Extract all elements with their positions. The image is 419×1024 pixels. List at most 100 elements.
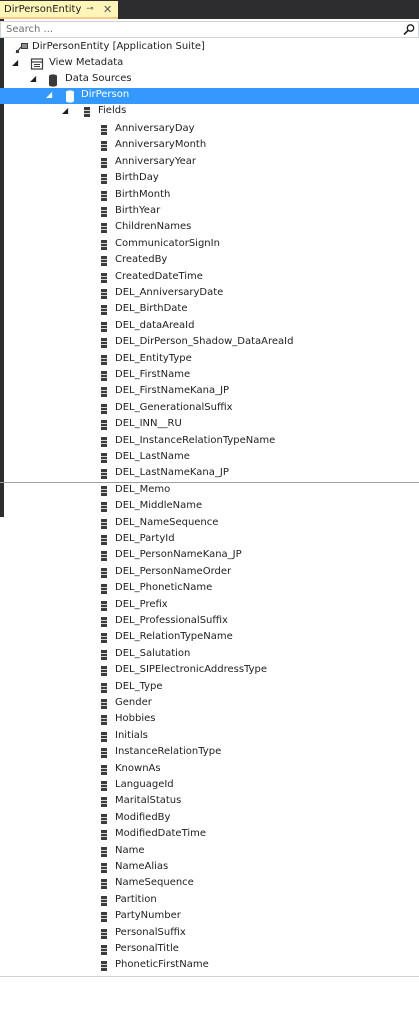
field-icon [101,846,107,857]
tree-node-field[interactable]: BirthDay [0,171,419,187]
tree-node-field[interactable]: DEL_NameSequence [0,516,419,532]
field-label: NameSequence [115,877,194,889]
tree-node-field[interactable]: DEL_PersonNameOrder [0,565,419,581]
field-icon [101,125,107,135]
tree-node-field[interactable]: DEL_LastNameKana_JP [0,466,419,482]
tree-node-field[interactable]: LanguageId [0,778,419,794]
field-icon [101,321,107,332]
field-label: DEL_LastNameKana_JP [115,467,229,479]
tree-node-data-sources[interactable]: ◢ Data Sources [0,72,419,88]
tree-node-view-metadata[interactable]: ◢ View Metadata [0,56,419,72]
pin-icon[interactable]: ⊸ [86,4,94,14]
tree-node-field[interactable]: CreatedBy [0,253,419,269]
field-label: ChildrenNames [115,221,192,233]
field-icon [101,748,107,759]
tab-dirpersonentity[interactable]: DirPersonEntity ⊸ ✕ [0,1,118,19]
tree-node-field[interactable]: DEL_Prefix [0,598,419,614]
field-label: DEL_INN__RU [115,418,182,430]
expand-arrow-icon[interactable]: ◢ [46,90,52,99]
field-label: CreatedDateTime [115,270,203,282]
tree-node-field[interactable]: PersonalTitle [0,942,419,958]
tree-node-field[interactable]: DEL_PersonNameKana_JP [0,548,419,564]
entity-icon [15,43,28,54]
search-icon[interactable] [402,23,416,36]
tree-node-field[interactable]: InstanceRelationType [0,745,419,761]
expand-arrow-icon[interactable]: ◢ [62,106,68,115]
tree-node-field[interactable]: CreatedDateTime [0,270,419,286]
element-tree: DirPersonEntity [Application Suite] ◢ Vi… [0,40,419,976]
expand-arrow-icon[interactable]: ◢ [12,58,18,67]
close-icon[interactable]: ✕ [103,3,112,16]
tree-node-field[interactable]: DEL_BirthDate [0,302,419,318]
field-label: DEL_PersonNameKana_JP [115,549,242,561]
field-icon [101,141,107,152]
tree-node-field[interactable]: DEL_FirstName [0,368,419,384]
tree-node-field[interactable]: DEL_dataAreaId [0,319,419,335]
tree-node-field[interactable]: DEL_FirstNameKana_JP [0,384,419,400]
tree-node-field[interactable]: ModifiedBy [0,811,419,827]
tree-node-field[interactable]: KnownAs [0,762,419,778]
tree-node-fields-label: Fields [98,105,127,116]
tree-node-root-label: DirPersonEntity [Application Suite] [32,41,205,52]
tree-node-dirperson[interactable]: ◢ DirPerson [0,88,419,104]
field-icon [84,107,90,117]
tree-node-field[interactable]: Partition [0,893,419,909]
tree-node-fields[interactable]: ◢ Fields [0,104,419,120]
tree-node-field[interactable]: NameAlias [0,860,419,876]
tree-node-field[interactable]: PhoneticFirstName [0,958,419,974]
tree-node-field[interactable]: DEL_SIPElectronicAddressType [0,663,419,679]
tree-node-field[interactable]: MaritalStatus [0,794,419,810]
field-label: PartyNumber [115,910,181,922]
field-label: DEL_FirstNameKana_JP [115,385,230,397]
tree-node-root[interactable]: DirPersonEntity [Application Suite] [0,40,419,56]
tree-node-field[interactable]: BirthYear [0,204,419,220]
tree-node-field[interactable]: DEL_Salutation [0,647,419,663]
tree-node-field[interactable]: DEL_INN__RU [0,417,419,433]
field-icon [101,387,107,398]
tree-node-field[interactable]: DEL_EntityType [0,352,419,368]
tree-node-field[interactable]: AnniversaryYear [0,155,419,171]
tree-node-field[interactable]: Gender [0,696,419,712]
tree-node-field[interactable]: DEL_InstanceRelationTypeName [0,434,419,450]
tree-node-field[interactable]: AnniversaryMonth [0,138,419,154]
field-icon [101,945,107,955]
tree-node-field[interactable]: NameSequence [0,876,419,892]
expand-arrow-icon[interactable]: ◢ [30,74,36,83]
field-icon [101,190,107,201]
tree-node-field[interactable]: DEL_MiddleName [0,499,419,515]
tree-node-field[interactable]: DEL_DirPerson_Shadow_DataAreaId [0,335,419,351]
tree-node-field[interactable]: ChildrenNames [0,220,419,236]
field-icon [101,617,107,627]
tree-node-field[interactable]: ModifiedDateTime [0,827,419,843]
tree-node-field[interactable]: DEL_PhoneticName [0,581,419,597]
tree-node-field[interactable]: DEL_ProfessionalSuffix [0,614,419,630]
field-icon [101,813,107,824]
field-label: DEL_NameSequence [115,516,219,528]
field-label: AnniversaryMonth [115,139,207,151]
tree-node-field[interactable]: DEL_Type [0,680,419,696]
tree-node-field[interactable]: PersonalSuffix [0,926,419,942]
tree-node-field[interactable]: Hobbies [0,712,419,728]
field-icon [101,535,107,545]
tree-node-field[interactable]: BirthMonth [0,188,419,204]
tree-node-field[interactable]: AnniversaryDay [0,122,419,138]
tree-node-field[interactable]: Initials [0,729,419,745]
tree-node-field[interactable]: DEL_GenerationalSuffix [0,401,419,417]
field-label: DEL_InstanceRelationTypeName [115,434,276,446]
search-input[interactable]: Search ... [6,24,53,35]
field-label: MaritalStatus [115,795,182,807]
tree-node-field[interactable]: PartyNumber [0,909,419,925]
search-box[interactable]: Search ... [0,21,419,38]
tree-node-field[interactable]: CommunicatorSignIn [0,237,419,253]
field-label: CommunicatorSignIn [115,237,220,249]
tree-node-field[interactable]: DEL_Memo [0,483,419,499]
field-icon [101,895,107,906]
field-label: ModifiedBy [115,811,171,823]
field-label: NameAlias [115,861,169,872]
field-label: DEL_SIPElectronicAddressType [115,664,268,676]
tree-node-field[interactable]: DEL_RelationTypeName [0,630,419,646]
tree-node-field[interactable]: DEL_AnniversaryDate [0,286,419,302]
tree-node-field[interactable]: DEL_LastName [0,450,419,466]
tree-node-field[interactable]: Name [0,844,419,860]
tree-node-field[interactable]: DEL_PartyId [0,532,419,548]
